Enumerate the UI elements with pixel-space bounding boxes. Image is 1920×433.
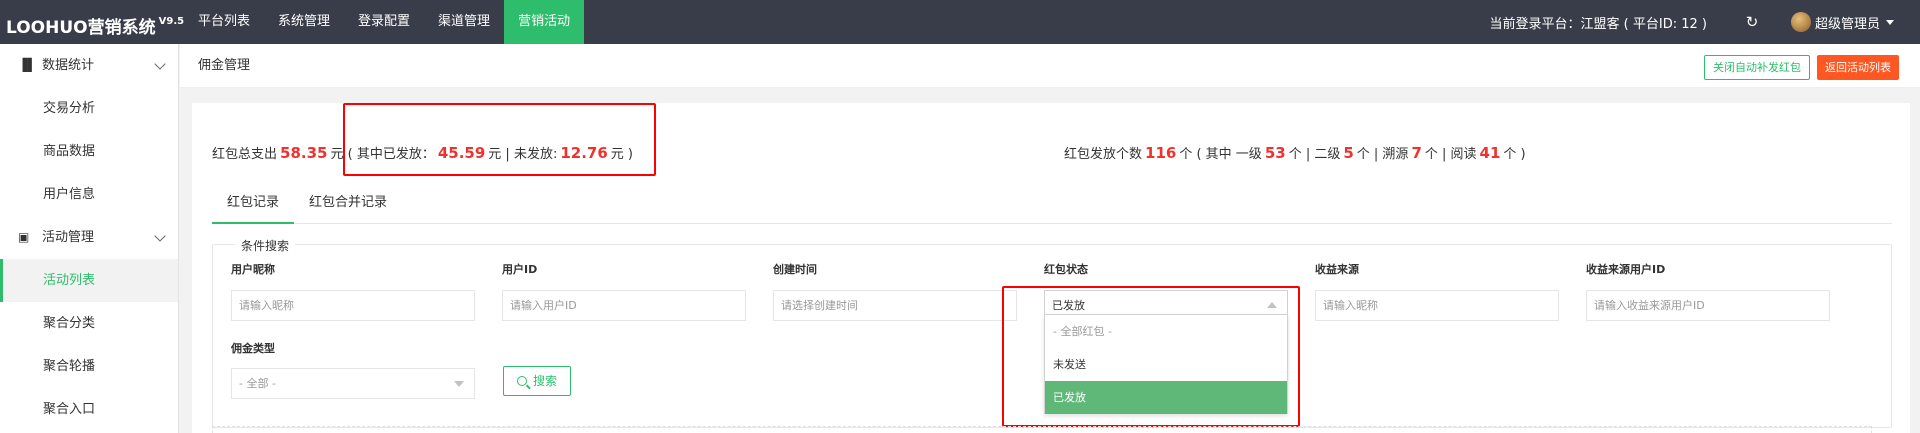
chevron-down-icon — [454, 381, 464, 387]
search-conditions-legend: 条件搜索 — [235, 237, 296, 254]
top-bar: LOOHUO营销系统 V9.5 平台列表 系统管理 登录配置 渠道管理 营销活动 … — [0, 0, 1920, 44]
userid-field: 用户ID 请输入用户ID — [502, 262, 746, 321]
field-label: 红包状态 — [1044, 263, 1088, 276]
record-tabs: 红包记录 红包合并记录 — [212, 186, 1892, 224]
sidebar-group-label: 活动管理 — [42, 230, 95, 245]
commission-type-value: - 全部 - — [239, 377, 276, 390]
sidebar-group-label: 数据统计 — [42, 58, 95, 73]
admin-name: 超级管理员 — [1814, 16, 1880, 32]
unit-text: 元 — [330, 147, 344, 162]
total-label: 红包总支出 — [212, 147, 278, 162]
search-button-label: 搜索 — [532, 374, 557, 388]
close-text: 个 ) — [1503, 147, 1526, 162]
source-uid-field: 收益来源用户ID 请输入收益来源用户ID — [1586, 262, 1830, 321]
field-label: 用户昵称 — [231, 263, 275, 276]
source-field: 收益来源 请输入昵称 — [1315, 262, 1559, 321]
table-top-border — [212, 426, 1872, 433]
top-nav: 平台列表 系统管理 登录配置 渠道管理 营销活动 — [184, 0, 585, 44]
trace-value: 7 — [1411, 144, 1422, 162]
refresh-icon[interactable]: ↻ — [1729, 13, 1775, 31]
sidebar-item-aggregate-carousel[interactable]: 聚合轮播 — [0, 345, 178, 388]
field-label: 佣金类型 — [231, 342, 275, 355]
level2-value: 5 — [1343, 144, 1354, 162]
level1-value: 53 — [1264, 144, 1286, 162]
app-version: V9.5 — [158, 16, 185, 27]
field-label: 收益来源 — [1315, 263, 1359, 276]
sidebar-item-aggregate-entry[interactable]: 聚合入口 — [0, 388, 178, 431]
app-name: LOOHUO营销系统 — [6, 18, 156, 38]
tab-merge-records[interactable]: 红包合并记录 — [294, 186, 402, 224]
avatar — [1790, 12, 1811, 32]
top-right: 当前登录平台：江盟客 ( 平台ID: 12 ) ↻ 超级管理员 — [1490, 0, 1920, 44]
field-label: 创建时间 — [773, 263, 817, 276]
bag-icon: ▣ — [18, 230, 30, 244]
sidebar-item-activity-list[interactable]: 活动列表 — [0, 259, 178, 302]
search-button[interactable]: 搜索 — [503, 366, 571, 396]
sidebar: ▐▌ 数据统计 交易分析 商品数据 用户信息 ▣ 活动管理 活动列表 聚合分类 … — [0, 44, 179, 433]
annotation-box-issued — [343, 103, 656, 176]
field-label: 收益来源用户ID — [1586, 263, 1666, 276]
sidebar-item-goods-data[interactable]: 商品数据 — [0, 130, 178, 173]
read-label: 个 | 阅读 — [1424, 147, 1477, 162]
source-input[interactable]: 请输入昵称 — [1315, 290, 1559, 321]
nav-item-system[interactable]: 系统管理 — [264, 0, 344, 44]
read-value: 41 — [1479, 144, 1501, 162]
total-value: 58.35 — [280, 144, 328, 162]
sidebar-item-trade-analysis[interactable]: 交易分析 — [0, 87, 178, 130]
nav-item-marketing[interactable]: 营销活动 — [504, 0, 585, 44]
chevron-down-icon — [1886, 19, 1894, 25]
page-header: 佣金管理 关闭自动补发红包 返回活动列表 — [180, 44, 1920, 88]
level2-label: 个 | 二级 — [1288, 147, 1341, 162]
created-time-input[interactable]: 请选择创建时间 — [773, 290, 1017, 321]
commission-type-field: 佣金类型 - 全部 - — [231, 341, 475, 399]
trace-label: 个 | 溯源 — [1356, 147, 1409, 162]
chevron-down-icon — [154, 230, 166, 242]
nickname-input[interactable]: 请输入昵称 — [231, 290, 475, 321]
level1-label: 个 ( 其中 一级 — [1179, 147, 1262, 162]
search-icon — [516, 376, 527, 386]
source-uid-input[interactable]: 请输入收益来源用户ID — [1586, 290, 1830, 321]
tab-red-packet-records[interactable]: 红包记录 — [212, 186, 295, 224]
bar-chart-icon: ▐▌ — [18, 58, 37, 72]
field-label: 用户ID — [502, 263, 538, 276]
userid-input[interactable]: 请输入用户ID — [502, 290, 746, 321]
sidebar-item-aggregate-category[interactable]: 聚合分类 — [0, 302, 178, 345]
created-time-field: 创建时间 请选择创建时间 — [773, 262, 1017, 321]
count-value: 116 — [1145, 144, 1177, 162]
app-logo[interactable]: LOOHUO营销系统 V9.5 — [6, 0, 184, 44]
nav-item-platforms[interactable]: 平台列表 — [184, 0, 264, 44]
back-to-activity-list-button[interactable]: 返回活动列表 — [1817, 55, 1899, 80]
admin-menu[interactable]: 超级管理员 — [1775, 12, 1920, 32]
page-title: 佣金管理 — [198, 58, 251, 73]
chevron-down-icon — [154, 58, 166, 70]
red-packet-count-summary: 红包发放个数 116 个 ( 其中 一级 53 个 | 二级 5 个 | 溯源 7 个 | 阅读… — [1064, 143, 1526, 162]
nav-item-login-config[interactable]: 登录配置 — [344, 0, 424, 44]
current-platform: 当前登录平台：江盟客 ( 平台ID: 12 ) — [1489, 16, 1707, 32]
sidebar-item-user-info[interactable]: 用户信息 — [0, 173, 178, 216]
close-auto-reissue-button[interactable]: 关闭自动补发红包 — [1704, 55, 1810, 80]
nickname-field: 用户昵称 请输入昵称 — [231, 262, 475, 321]
nav-item-channels[interactable]: 渠道管理 — [424, 0, 504, 44]
sidebar-group-stats[interactable]: ▐▌ 数据统计 — [0, 44, 178, 87]
count-label: 红包发放个数 — [1064, 147, 1143, 162]
commission-type-select[interactable]: - 全部 - — [231, 368, 475, 399]
annotation-box-status — [1002, 286, 1300, 427]
sidebar-group-activity[interactable]: ▣ 活动管理 — [0, 216, 178, 259]
